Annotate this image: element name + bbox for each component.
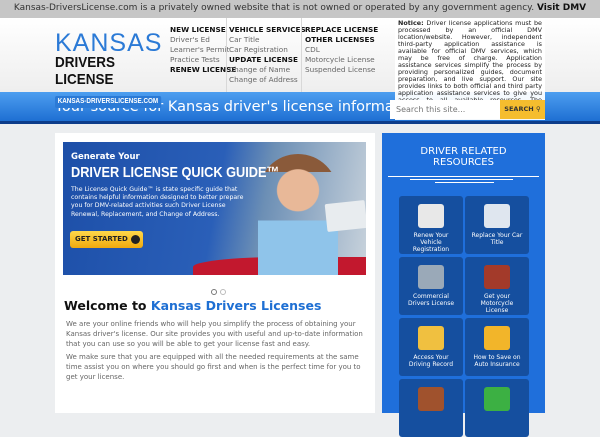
carousel-dot[interactable] — [220, 289, 226, 295]
license-card-image — [324, 199, 366, 233]
divider — [388, 176, 539, 177]
nav-link[interactable]: Suspended License — [305, 65, 378, 75]
promo-banner[interactable]: Generate Your DRIVER LICENSE QUICK GUIDE… — [63, 142, 366, 275]
site-logo[interactable]: KANSAS DRIVERS LICENSE KANSAS-DRIVERSLIC… — [55, 29, 163, 108]
banner-body: The License Quick Guide™ is state specif… — [71, 186, 244, 218]
search-icon: ⚲ — [535, 105, 541, 113]
resource-tile[interactable] — [399, 379, 463, 437]
resource-tile-label: Access Your Driving Record — [408, 354, 454, 368]
nav-column-3: REPLACE LICENSE OTHER LICENSES CDL Motorcyc… — [305, 25, 378, 75]
nav-link[interactable]: Car Title — [229, 35, 306, 45]
resource-tile-label: Replace Your Car Title — [471, 232, 523, 246]
divider — [410, 179, 513, 180]
visit-dmv-link[interactable]: Visit DMV — [537, 3, 586, 13]
nav-link[interactable]: Change of Name — [229, 65, 306, 75]
welcome-title-b: Kansas Drivers Licenses — [150, 298, 322, 313]
nav-link[interactable]: UPDATE LICENSE — [229, 55, 306, 65]
search-button[interactable]: SEARCH ⚲ — [500, 100, 545, 119]
resources-sidebar: DRIVER RELATED RESOURCES Renew Your Vehi… — [382, 133, 545, 437]
nav-link[interactable]: VEHICLE SERVICES — [229, 25, 306, 35]
divider — [301, 18, 302, 92]
carousel-dots — [211, 280, 229, 299]
welcome-title: Welcome to Kansas Drivers Licenses — [64, 298, 321, 313]
checkmark-icon — [484, 387, 510, 411]
disclaimer-text: Kansas-DriversLicense.com is a privately… — [13, 3, 535, 13]
main-content: Generate Your DRIVER LICENSE QUICK GUIDE… — [55, 133, 375, 413]
sidebar-title: DRIVER RELATED RESOURCES — [420, 146, 507, 168]
resource-tile[interactable]: Access Your Driving Record — [399, 318, 463, 376]
briefcase-icon — [418, 387, 444, 411]
nav-link[interactable]: CDL — [305, 45, 378, 55]
truck-icon — [418, 265, 444, 289]
welcome-title-a: Welcome to — [64, 298, 147, 313]
get-started-label: GET STARTED — [75, 235, 128, 243]
nav-column-2: VEHICLE SERVICES Car Title Car Registratio… — [229, 25, 306, 85]
carousel-dot[interactable] — [211, 289, 217, 295]
welcome-paragraph-1: We are your online friends who will help… — [66, 320, 363, 348]
resource-tile-label: Get your Motorcycle License — [480, 293, 514, 314]
nav-link[interactable]: OTHER LICENSES — [305, 35, 378, 45]
search-button-label: SEARCH — [504, 105, 534, 113]
get-started-button[interactable]: GET STARTED — [70, 231, 143, 248]
edit-document-icon — [484, 204, 510, 228]
logo-url: KANSAS-DRIVERSLICENSE.COM — [55, 96, 161, 108]
welcome-paragraph-2: We make sure that you are equipped with … — [66, 353, 361, 381]
resource-tile[interactable]: Replace Your Car Title — [465, 196, 529, 254]
folder-icon — [418, 326, 444, 350]
banner-title: DRIVER LICENSE QUICK GUIDE™ — [71, 164, 280, 181]
divider — [226, 18, 227, 92]
resource-tile[interactable]: How to Save on Auto Insurance — [465, 318, 529, 376]
resource-tile[interactable]: Get your Motorcycle License — [465, 257, 529, 315]
banner-subtitle: Generate Your — [71, 152, 140, 162]
motorcycle-icon — [484, 265, 510, 289]
notice-text: Driver license applications must be proc… — [398, 19, 542, 111]
search-input[interactable] — [390, 100, 500, 119]
document-icon — [418, 204, 444, 228]
logo-line2: DRIVERS LICENSE — [55, 54, 116, 88]
nav-link[interactable]: Motorcycle License — [305, 55, 378, 65]
play-icon — [130, 234, 140, 244]
resource-tile-label: Renew Your Vehicle Registration — [412, 232, 450, 253]
resource-tile[interactable]: Renew Your Vehicle Registration — [399, 196, 463, 254]
nav-link[interactable]: REPLACE LICENSE — [305, 25, 378, 35]
resource-tile[interactable]: Commercial Drivers License — [399, 257, 463, 315]
resource-tile-label: How to Save on Auto Insurance — [473, 354, 521, 368]
disclaimer-bar: Kansas-DriversLicense.com is a privately… — [0, 0, 600, 18]
resource-tile[interactable] — [465, 379, 529, 437]
divider — [435, 182, 494, 183]
car-icon — [484, 326, 510, 350]
resource-tile-label: Commercial Drivers License — [407, 293, 455, 307]
nav-link[interactable]: Car Registration — [229, 45, 306, 55]
nav-link[interactable]: Change of Address — [229, 75, 306, 85]
logo-line1: KANSAS — [55, 29, 163, 57]
